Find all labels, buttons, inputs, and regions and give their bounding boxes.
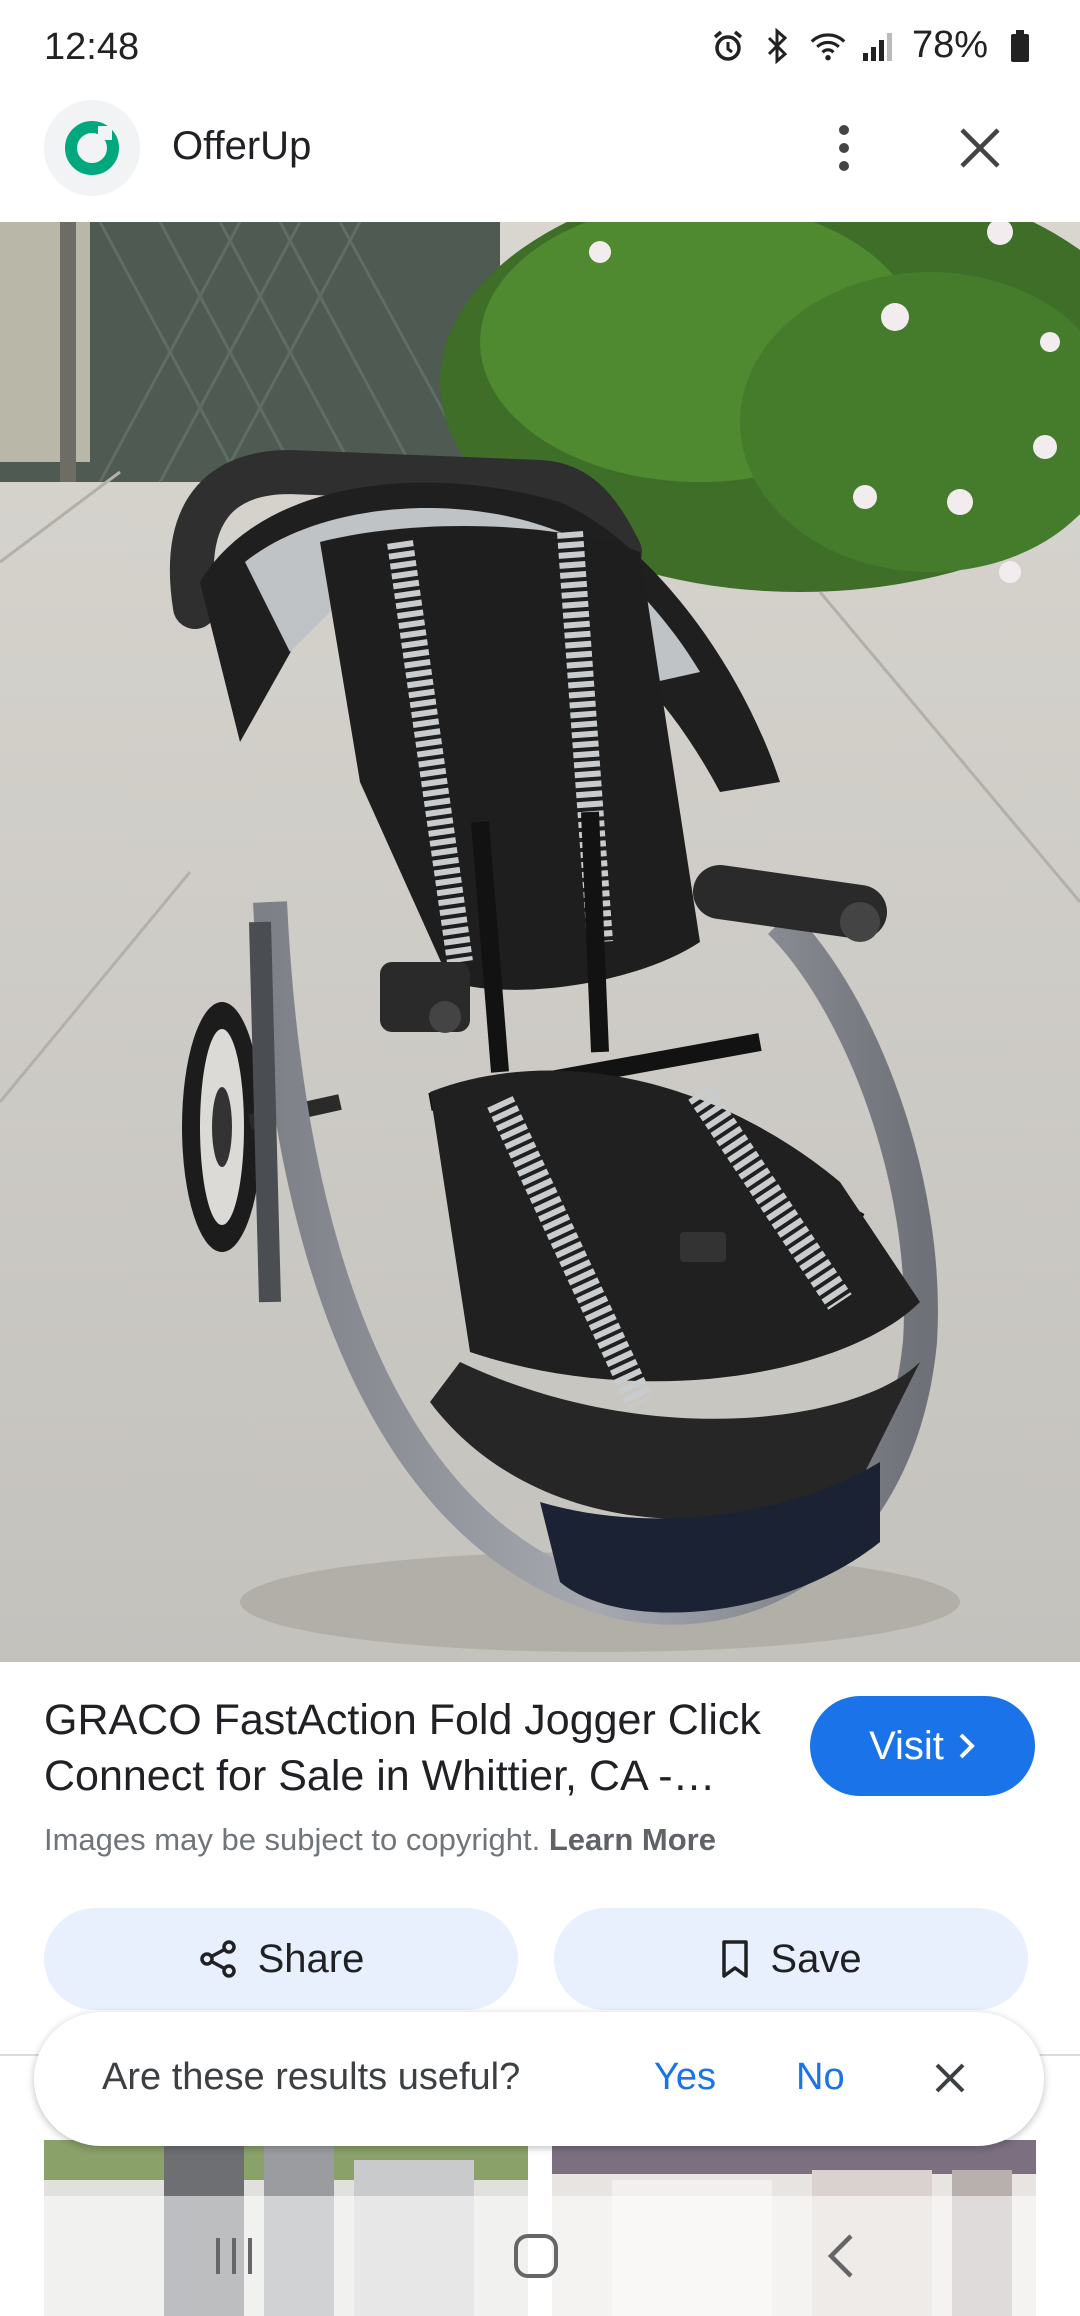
- back-icon[interactable]: [800, 2224, 880, 2288]
- app-title: OfferUp: [172, 124, 312, 168]
- share-label: Share: [257, 1936, 365, 1981]
- share-icon: [199, 1940, 236, 1978]
- alarm-icon: [710, 26, 746, 66]
- recent-apps-icon[interactable]: [194, 2224, 274, 2288]
- visit-button[interactable]: Visit: [810, 1696, 1035, 1796]
- chevron-right-icon: [959, 1733, 975, 1759]
- share-button[interactable]: Share: [44, 1908, 518, 2010]
- bookmark-icon: [722, 1940, 749, 1978]
- save-button[interactable]: Save: [554, 1908, 1028, 2010]
- wifi-icon: [810, 26, 846, 66]
- feedback-yes-button[interactable]: Yes: [654, 2056, 716, 2099]
- feedback-no-button[interactable]: No: [796, 2056, 845, 2099]
- system-nav-bar: [0, 2196, 1080, 2316]
- home-icon[interactable]: [496, 2224, 576, 2288]
- copyright-notice: Images may be subject to copyright. Lear…: [44, 1822, 716, 1858]
- battery-percent: 78%: [911, 24, 988, 66]
- browser-header: OfferUp: [0, 96, 1080, 222]
- more-vert-icon[interactable]: [816, 116, 872, 180]
- feedback-prompt: Are these results useful? Yes No: [34, 2012, 1044, 2146]
- copyright-text: Images may be subject to copyright.: [44, 1822, 541, 1857]
- signal-icon: [860, 26, 896, 66]
- battery-icon: [1002, 26, 1038, 66]
- bluetooth-icon: [760, 26, 796, 66]
- status-time: 12:48: [44, 26, 140, 68]
- close-icon[interactable]: [950, 118, 1010, 178]
- product-image[interactable]: [0, 222, 1080, 1662]
- learn-more-link[interactable]: Learn More: [549, 1822, 716, 1857]
- offerup-logo-icon: [44, 100, 140, 196]
- status-icons: 78%: [710, 24, 1038, 67]
- feedback-question: Are these results useful?: [102, 2056, 521, 2098]
- save-label: Save: [770, 1936, 862, 1981]
- close-icon[interactable]: [924, 2052, 976, 2104]
- result-title[interactable]: GRACO FastAction Fold Jogger Click Conne…: [44, 1692, 784, 1804]
- visit-label: Visit: [869, 1723, 944, 1768]
- status-bar: 12:48 78%: [0, 0, 1080, 96]
